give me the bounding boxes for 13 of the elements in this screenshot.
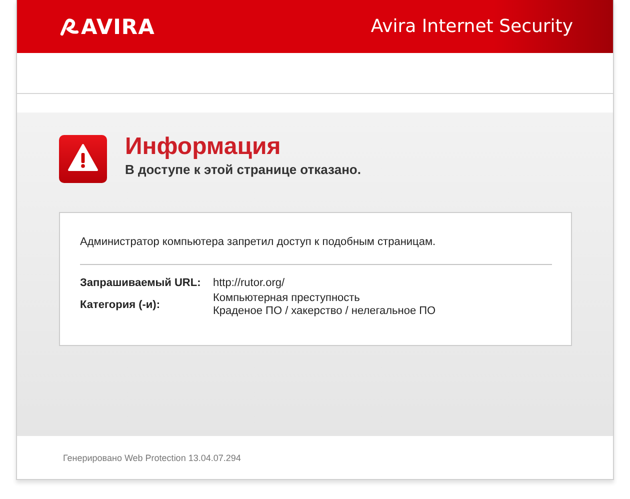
field-value: Компьютерная преступность	[213, 292, 361, 304]
field-value: Краденое ПО / хакерство / нелегальное ПО	[213, 305, 436, 317]
message-text: Администратор компьютера запретил доступ к подобным страницам.	[80, 236, 437, 248]
logo-text: AVIRA	[81, 14, 155, 38]
logo-icon	[59, 16, 79, 36]
footer-text: Генерировано Web Protection 13.04.07.294	[63, 452, 241, 462]
field-value: http://rutor.org/	[213, 277, 285, 289]
notice-title: Информация	[125, 134, 282, 160]
product-name: Avira Internet Security	[370, 16, 573, 37]
warning-icon	[59, 135, 107, 183]
field-label: Запрашиваемый URL:	[80, 277, 202, 289]
field-label: Категория (-и):	[80, 298, 161, 310]
notice-subtitle: В доступе к этой странице отказано.	[125, 162, 361, 177]
